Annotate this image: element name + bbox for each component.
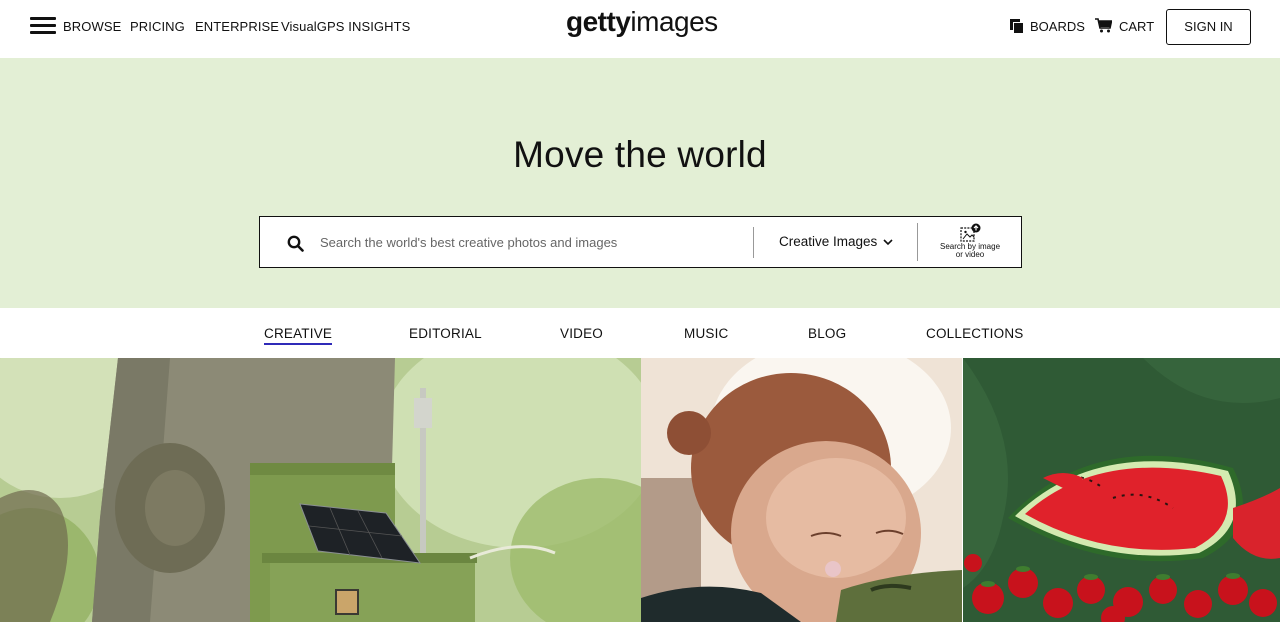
featured-image-birdhouse[interactable] [0,358,641,622]
hero-banner: Move the world Creative Images Search by… [0,58,1280,308]
search-bar: Creative Images Search by imageor video [259,216,1022,268]
search-by-image-label: Search by image or video [939,242,1001,259]
nav-insights-link[interactable]: VisualGPS INSIGHTS [281,19,410,34]
tab-video[interactable]: VIDEO [560,326,603,341]
boards-link[interactable]: BOARDS [1030,19,1085,34]
cart-link[interactable]: CART [1119,19,1154,34]
tab-creative[interactable]: CREATIVE [264,326,333,345]
featured-image-watermelon[interactable] [963,358,1280,622]
featured-images-strip [0,358,1280,622]
nav-enterprise-link[interactable]: ENTERPRISE [195,19,279,34]
logo-bold-text: getty [566,6,631,37]
hero-title: Move the world [513,134,767,175]
image-upload-icon [960,223,981,242]
featured-image-woman-drinking[interactable] [641,358,962,622]
tab-collections[interactable]: COLLECTIONS [926,326,1023,341]
logo-light-text: images [630,6,718,37]
nav-pricing-link[interactable]: PRICING [130,19,185,34]
image-type-select[interactable]: Creative Images [779,234,877,249]
nav-browse-link[interactable]: BROWSE [63,19,121,34]
top-navigation: BROWSE PRICING ENTERPRISE VisualGPS INSI… [0,0,1280,58]
hamburger-menu-icon[interactable] [30,17,56,35]
search-icon[interactable] [287,235,304,252]
cart-icon[interactable] [1095,18,1112,33]
sign-in-button[interactable]: SIGN IN [1166,9,1251,45]
search-divider [753,227,754,258]
birdhouse-photo-illustration [0,358,641,622]
getty-images-logo[interactable]: gettyimages [566,6,718,38]
search-input[interactable] [320,229,740,255]
chevron-down-icon[interactable] [883,237,893,247]
tab-music[interactable]: MUSIC [684,326,729,341]
woman-photo-illustration [641,358,962,622]
search-by-image-button[interactable]: Search by image or video [932,223,1008,263]
watermelon-photo-illustration [963,358,1280,622]
search-divider [917,223,918,261]
boards-icon[interactable] [1010,19,1023,33]
tab-editorial[interactable]: EDITORIAL [409,326,482,341]
tab-blog[interactable]: BLOG [808,326,846,341]
content-type-tabs: CREATIVE EDITORIAL VIDEO MUSIC BLOG COLL… [0,308,1280,358]
